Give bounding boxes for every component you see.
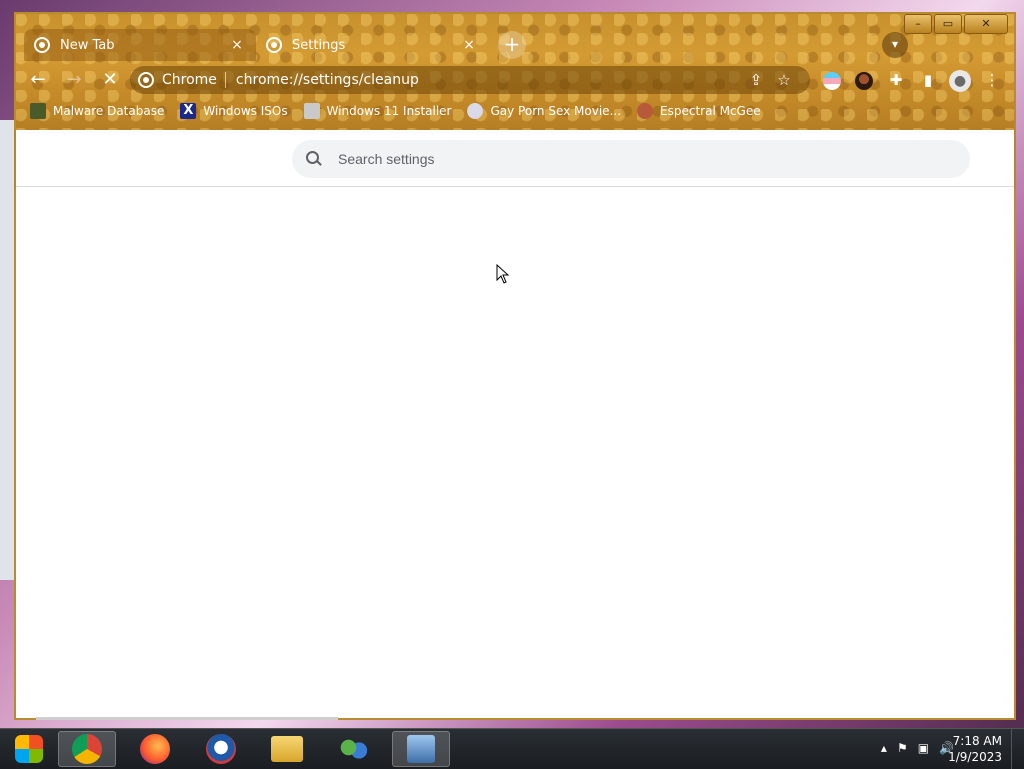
x-icon: X [180, 103, 197, 119]
horizontal-scrollbar[interactable] [36, 717, 338, 720]
chrome-window: – ▭ ✕ New Tab × Settings × + ▾ ← → ✕ Chr… [14, 12, 1016, 720]
omnibox-actions: ⇪ ☆ [742, 71, 798, 89]
action-center-flag-icon[interactable]: ⚑ [897, 741, 908, 755]
bookmark-windows-11-installer[interactable]: Windows 11 Installer [303, 103, 452, 119]
clock-time: 7:18 AM [952, 734, 1002, 748]
search-icon [306, 151, 322, 167]
window-controls: – ▭ ✕ [902, 14, 1008, 34]
extensions-area: ✚ ▮ ● ⋮ [816, 66, 1008, 94]
tab-title: Settings [292, 37, 346, 53]
profile-extension-icon[interactable] [848, 66, 880, 94]
tab-search-chevron-icon[interactable]: ▾ [882, 32, 908, 58]
minimize-button[interactable]: – [904, 14, 932, 34]
forward-button[interactable]: → [60, 66, 88, 94]
side-panel-icon[interactable]: ▮ [912, 66, 944, 94]
start-orb-icon [15, 735, 43, 763]
system-tray: ▴ ⚑ ▣ 🔊 [871, 741, 954, 755]
chrome-icon [34, 37, 50, 53]
bookmark-site[interactable]: Gay Porn Sex Movie... [467, 103, 621, 119]
taskbar-chrome[interactable] [58, 731, 116, 767]
bookmark-label: Espectral McGee [660, 104, 761, 118]
circle-logo-icon [206, 734, 236, 764]
start-button[interactable] [0, 731, 58, 767]
site-icon [467, 103, 484, 119]
origin-chip: Chrome [162, 72, 217, 88]
tab-title: New Tab [60, 37, 115, 53]
face-icon [637, 103, 654, 119]
settings-search-input[interactable] [336, 150, 920, 168]
background-window-edge [0, 120, 15, 580]
close-window-button[interactable]: ✕ [964, 14, 1008, 34]
tab-new-tab[interactable]: New Tab × [24, 29, 256, 61]
back-button[interactable]: ← [24, 66, 52, 94]
taskbar-firefox[interactable] [126, 731, 184, 767]
maximize-button[interactable]: ▭ [934, 14, 962, 34]
tab-close-icon[interactable]: × [460, 37, 478, 53]
menu-kebab-icon[interactable]: ⋮ [976, 66, 1008, 94]
url-text[interactable]: chrome://settings/cleanup [236, 72, 742, 88]
address-bar[interactable]: Chrome chrome://settings/cleanup ⇪ ☆ [130, 66, 810, 94]
taskbar-campaign-app[interactable] [192, 731, 250, 767]
divider [224, 72, 226, 88]
taskbar-installer[interactable] [392, 731, 450, 767]
chrome-icon [72, 734, 102, 764]
malware-db-icon [30, 103, 46, 119]
flag-extension-icon[interactable] [816, 66, 848, 94]
tab-settings[interactable]: Settings × [256, 29, 488, 61]
browser-frame: – ▭ ✕ New Tab × Settings × + ▾ ← → ✕ Chr… [16, 14, 1014, 130]
taskbar-clock[interactable]: 7:18 AM 1/9/2023 [948, 733, 1002, 765]
toolbar: ← → ✕ Chrome chrome://settings/cleanup ⇪… [16, 64, 1014, 96]
show-desktop-button[interactable] [1011, 729, 1024, 769]
taskbar: ▴ ⚑ ▣ 🔊 7:18 AM 1/9/2023 [0, 728, 1024, 769]
chrome-icon [138, 72, 154, 88]
bookmark-windows-isos[interactable]: X Windows ISOs [180, 103, 288, 119]
tab-close-icon[interactable]: × [228, 37, 246, 53]
bookmark-label: Windows 11 Installer [326, 104, 452, 118]
people-icon [338, 734, 368, 764]
taskbar-network-app[interactable] [324, 731, 382, 767]
new-tab-button[interactable]: + [498, 31, 526, 59]
puzzle-extensions-icon[interactable]: ✚ [880, 66, 912, 94]
settings-gear-icon [266, 37, 282, 53]
settings-content [16, 187, 1014, 720]
bookmark-espectral-mcgee[interactable]: Espectral McGee [637, 103, 761, 119]
settings-search-box[interactable] [292, 140, 970, 178]
share-icon[interactable]: ⇪ [742, 71, 770, 89]
taskbar-file-explorer[interactable] [258, 731, 316, 767]
firefox-icon [140, 734, 170, 764]
tab-strip: New Tab × Settings × + [24, 28, 526, 62]
bookmarks-bar: Malware Database X Windows ISOs Windows … [30, 100, 777, 122]
bookmark-label: Windows ISOs [203, 104, 288, 118]
show-hidden-icons-icon[interactable]: ▴ [881, 741, 887, 755]
installer-icon [407, 735, 435, 763]
clock-date: 1/9/2023 [948, 750, 1002, 764]
settings-header [16, 130, 1014, 187]
profile-avatar[interactable]: ● [944, 66, 976, 94]
bookmark-label: Gay Porn Sex Movie... [490, 104, 622, 118]
installer-icon [303, 103, 320, 119]
stop-loading-button[interactable]: ✕ [96, 66, 124, 94]
bookmark-malware-database[interactable]: Malware Database [30, 103, 164, 119]
bookmark-star-icon[interactable]: ☆ [770, 71, 798, 89]
network-icon[interactable]: ▣ [918, 741, 929, 755]
folder-icon [271, 736, 303, 762]
bookmark-label: Malware Database [53, 104, 165, 118]
